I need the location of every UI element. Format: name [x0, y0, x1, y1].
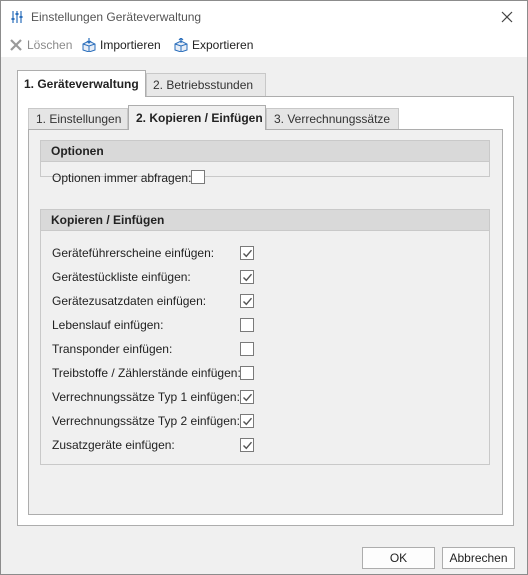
checkbox-transponder[interactable]: [240, 342, 254, 356]
list-item: Verrechnungssätze Typ 2 einfügen:: [52, 413, 240, 429]
tab-einstellungen[interactable]: 1. Einstellungen: [28, 108, 128, 129]
checkbox-fuehrerscheine[interactable]: [240, 246, 254, 260]
tab-kopieren-einfuegen[interactable]: 2. Kopieren / Einfügen: [128, 105, 266, 130]
list-item: Gerätezusatzdaten einfügen:: [52, 293, 206, 309]
checkbox-verrechnung-typ1[interactable]: [240, 390, 254, 404]
delete-button[interactable]: Löschen: [9, 36, 72, 54]
checkmark-icon: [242, 417, 252, 425]
option-ask-always-checkbox[interactable]: [191, 170, 205, 184]
list-item-label: Verrechnungssätze Typ 2 einfügen:: [52, 414, 240, 428]
copy-paste-group: Kopieren / Einfügen Geräteführerscheine …: [40, 209, 490, 465]
list-item-label: Verrechnungssätze Typ 1 einfügen:: [52, 390, 240, 404]
list-item: Verrechnungssätze Typ 1 einfügen:: [52, 389, 240, 405]
tab-geraeteverwaltung[interactable]: 1. Geräteverwaltung: [17, 70, 146, 97]
list-item-label: Geräteführerscheine einfügen:: [52, 246, 215, 260]
list-item: Transponder einfügen:: [52, 341, 172, 357]
checkbox-verrechnung-typ2[interactable]: [240, 414, 254, 428]
close-icon: [501, 11, 513, 23]
checkbox-stueckliste[interactable]: [240, 270, 254, 284]
export-button[interactable]: Exportieren: [174, 36, 253, 54]
ok-button[interactable]: OK: [362, 547, 435, 569]
title-bar: Einstellungen Geräteverwaltung: [1, 1, 527, 33]
checkmark-icon: [242, 249, 252, 257]
export-box-icon: [174, 37, 188, 53]
checkbox-zusatzdaten[interactable]: [240, 294, 254, 308]
close-button[interactable]: [497, 7, 517, 27]
options-group: Optionen Optionen immer abfragen:: [40, 140, 490, 185]
checkmark-icon: [242, 297, 252, 305]
options-group-title: Optionen: [41, 141, 489, 162]
list-item-label: Gerätestückliste einfügen:: [52, 270, 191, 284]
cancel-button[interactable]: Abbrechen: [442, 547, 515, 569]
copy-paste-group-title: Kopieren / Einfügen: [41, 210, 489, 231]
list-item: Treibstoffe / Zählerstände einfügen:: [52, 365, 241, 381]
list-item-label: Treibstoffe / Zählerstände einfügen:: [52, 366, 241, 380]
list-item: Gerätestückliste einfügen:: [52, 269, 191, 285]
list-item: Lebenslauf einfügen:: [52, 317, 163, 333]
settings-sliders-icon: [10, 10, 24, 24]
delete-label: Löschen: [27, 38, 73, 52]
checkmark-icon: [242, 273, 252, 281]
import-label: Importieren: [100, 38, 161, 52]
list-item-label: Lebenslauf einfügen:: [52, 318, 164, 332]
settings-window: Einstellungen Geräteverwaltung Löschen I…: [0, 0, 528, 575]
list-item: Zusatzgeräte einfügen:: [52, 437, 175, 453]
toolbar: Löschen Importieren Exportieren: [1, 33, 527, 57]
option-row: Optionen immer abfragen:: [52, 170, 191, 186]
tab-verrechnungssaetze[interactable]: 3. Verrechnungssätze: [266, 108, 399, 129]
import-box-icon: [82, 38, 96, 53]
import-button[interactable]: Importieren: [82, 36, 161, 54]
list-item-label: Zusatzgeräte einfügen:: [52, 438, 175, 452]
checkbox-treibstoffe[interactable]: [240, 366, 254, 380]
checkbox-zusatzgeraete[interactable]: [240, 438, 254, 452]
option-label: Optionen immer abfragen:: [52, 171, 192, 185]
window-title: Einstellungen Geräteverwaltung: [31, 10, 202, 24]
checkmark-icon: [242, 393, 252, 401]
checkmark-icon: [242, 441, 252, 449]
list-item-label: Transponder einfügen:: [52, 342, 173, 356]
checkbox-lebenslauf[interactable]: [240, 318, 254, 332]
list-item-label: Gerätezusatzdaten einfügen:: [52, 294, 207, 308]
export-label: Exportieren: [192, 38, 254, 52]
tab-betriebsstunden[interactable]: 2. Betriebsstunden: [146, 73, 266, 96]
delete-x-icon: [9, 38, 23, 52]
list-item: Geräteführerscheine einfügen:: [52, 245, 214, 261]
